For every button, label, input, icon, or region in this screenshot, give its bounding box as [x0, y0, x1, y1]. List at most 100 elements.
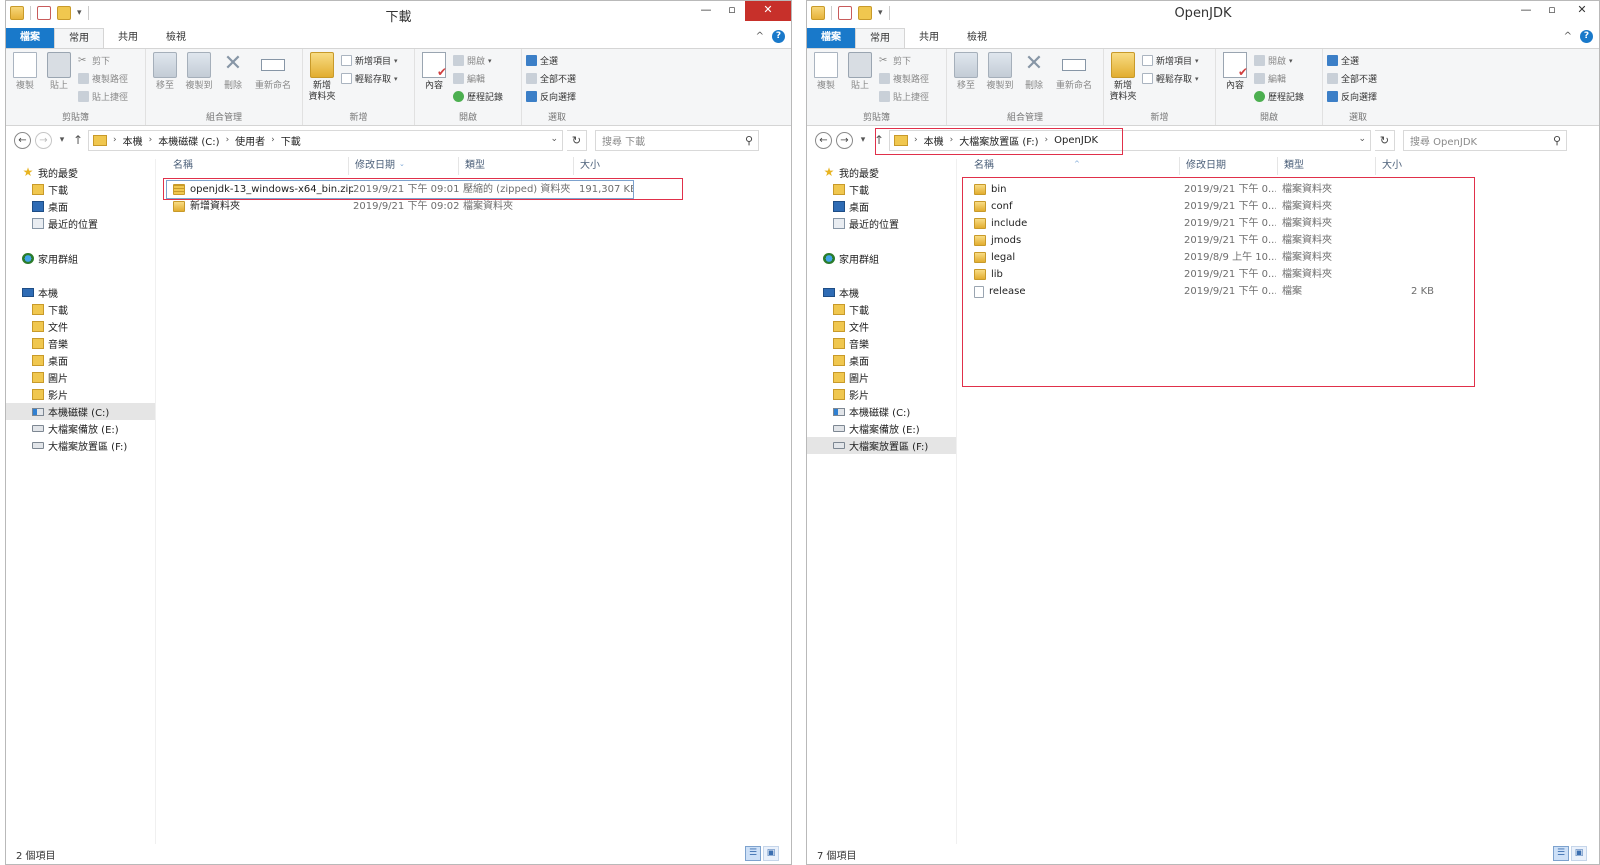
select-all-button[interactable]: 全選 [526, 54, 576, 67]
nav-item-desktop[interactable]: 桌面 [6, 198, 155, 215]
nav-item-drive-e[interactable]: 大檔案備放 (E:) [807, 420, 956, 437]
search-input[interactable]: 搜尋 下載 ⚲ [595, 129, 759, 151]
help-icon[interactable]: ? [1580, 30, 1593, 43]
nav-item-downloads[interactable]: 下載 [6, 181, 155, 198]
file-row[interactable]: lib 2019/9/21 下午 0... 檔案資料夾 [968, 266, 1448, 283]
file-row[interactable]: legal 2019/8/9 上午 10... 檔案資料夾 [968, 249, 1448, 266]
nav-item-pictures[interactable]: 圖片 [807, 369, 956, 386]
back-button[interactable]: ← [815, 131, 832, 149]
details-view-icon[interactable]: ☰ [745, 846, 761, 861]
chevron-down-icon[interactable]: ⌄ [1358, 134, 1366, 144]
search-input[interactable]: 搜尋 OpenJDK ⚲ [1403, 129, 1567, 151]
tab-share[interactable]: 共用 [905, 28, 953, 48]
tab-home[interactable]: 常用 [855, 28, 905, 48]
breadcrumb-item[interactable]: 本機 [924, 133, 944, 148]
edit-button[interactable]: 編輯 [453, 72, 503, 85]
chevron-down-icon[interactable]: ⌄ [550, 134, 558, 144]
paste-shortcut-button[interactable]: 貼上捷徑 [879, 90, 929, 103]
nav-item-pictures[interactable]: 圖片 [6, 369, 155, 386]
maximize-button[interactable]: ▫ [1539, 1, 1565, 21]
help-icon[interactable]: ? [772, 30, 785, 43]
copy-path-button[interactable]: 複製路徑 [78, 72, 128, 85]
file-row[interactable]: conf 2019/9/21 下午 0... 檔案資料夾 [968, 198, 1448, 215]
recent-locations-icon[interactable]: ▾ [857, 135, 869, 145]
close-button[interactable]: ✕ [745, 1, 791, 21]
column-header-name[interactable]: ^ 名稱 [968, 157, 1180, 175]
copy-path-button[interactable]: 複製路徑 [879, 72, 929, 85]
nav-item-this-pc[interactable]: 本機 [807, 284, 956, 301]
up-button[interactable]: ↑ [873, 133, 885, 147]
select-none-button[interactable]: 全部不選 [1327, 72, 1377, 85]
nav-item-desktop[interactable]: 桌面 [807, 198, 956, 215]
column-header-date[interactable]: 修改日期 [1180, 157, 1278, 175]
search-icon[interactable]: ⚲ [1553, 134, 1561, 147]
open-button[interactable]: 開啟 ▾ [453, 54, 503, 67]
nav-item-pc-desktop[interactable]: 桌面 [6, 352, 155, 369]
nav-item-homegroup[interactable]: 家用群組 [807, 250, 956, 267]
column-header-type[interactable]: 類型 [459, 157, 574, 175]
edit-button[interactable]: 編輯 [1254, 72, 1304, 85]
address-bar[interactable]: › 本機 › 大檔案放置區 (F:) › OpenJDK ⌄ [889, 129, 1371, 151]
file-row[interactable]: 新增資料夾 2019/9/21 下午 09:02 檔案資料夾 [167, 198, 633, 215]
column-header-size[interactable]: 大小 [1376, 157, 1436, 175]
nav-item-favorites[interactable]: ★ 我的最愛 [6, 164, 155, 181]
tab-view[interactable]: 檢視 [152, 28, 200, 48]
nav-item-music[interactable]: 音樂 [6, 335, 155, 352]
history-button[interactable]: 歷程記錄 [1254, 90, 1304, 103]
file-row[interactable]: include 2019/9/21 下午 0... 檔案資料夾 [968, 215, 1448, 232]
select-all-button[interactable]: 全選 [1327, 54, 1377, 67]
minimize-button[interactable]: — [693, 1, 719, 21]
details-view-icon[interactable]: ☰ [1553, 846, 1569, 861]
tab-home[interactable]: 常用 [54, 28, 104, 48]
nav-item-favorites[interactable]: ★ 我的最愛 [807, 164, 956, 181]
back-button[interactable]: ← [14, 131, 31, 149]
nav-item-recent[interactable]: 最近的位置 [807, 215, 956, 232]
forward-button[interactable]: → [35, 131, 52, 149]
paste-shortcut-button[interactable]: 貼上捷徑 [78, 90, 128, 103]
refresh-button[interactable]: ↻ [1375, 129, 1395, 151]
select-none-button[interactable]: 全部不選 [526, 72, 576, 85]
easy-access-button[interactable]: 輕鬆存取 ▾ [1142, 72, 1199, 85]
new-item-button[interactable]: 新增項目 ▾ [341, 54, 398, 67]
nav-item-recent[interactable]: 最近的位置 [6, 215, 155, 232]
cut-button[interactable]: ✂ 剪下 [879, 54, 929, 67]
address-bar[interactable]: › 本機 › 本機磁碟 (C:) › 使用者 › 下載 ⌄ [88, 129, 563, 151]
breadcrumb-item[interactable]: 下載 [281, 133, 301, 148]
nav-item-drive-c[interactable]: 本機磁碟 (C:) [6, 403, 155, 420]
nav-item-videos[interactable]: 影片 [6, 386, 155, 403]
forward-button[interactable]: → [836, 131, 853, 149]
history-button[interactable]: 歷程記錄 [453, 90, 503, 103]
refresh-button[interactable]: ↻ [567, 129, 587, 151]
nav-item-drive-f[interactable]: 大檔案放置區 (F:) [807, 437, 956, 454]
collapse-ribbon-icon[interactable]: ^ [1564, 31, 1572, 42]
tab-view[interactable]: 檢視 [953, 28, 1001, 48]
up-button[interactable]: ↑ [72, 133, 84, 147]
nav-item-documents[interactable]: 文件 [6, 318, 155, 335]
minimize-button[interactable]: — [1513, 1, 1539, 21]
breadcrumb-item[interactable]: OpenJDK [1054, 135, 1098, 146]
close-button[interactable]: ✕ [1565, 1, 1599, 21]
nav-item-pc-desktop[interactable]: 桌面 [807, 352, 956, 369]
nav-item-drive-f[interactable]: 大檔案放置區 (F:) [6, 437, 155, 454]
recent-locations-icon[interactable]: ▾ [56, 135, 68, 145]
column-header-size[interactable]: 大小 [574, 157, 639, 175]
nav-item-documents[interactable]: 文件 [807, 318, 956, 335]
collapse-ribbon-icon[interactable]: ^ [756, 31, 764, 42]
large-icons-view-icon[interactable]: ▣ [1571, 846, 1587, 861]
column-header-name[interactable]: 名稱 [167, 157, 349, 175]
file-row[interactable]: bin 2019/9/21 下午 0... 檔案資料夾 [968, 181, 1448, 198]
nav-item-drive-c[interactable]: 本機磁碟 (C:) [807, 403, 956, 420]
nav-item-pc-downloads[interactable]: 下載 [807, 301, 956, 318]
search-icon[interactable]: ⚲ [745, 134, 753, 147]
tab-file[interactable]: 檔案 [807, 28, 855, 48]
nav-item-videos[interactable]: 影片 [807, 386, 956, 403]
large-icons-view-icon[interactable]: ▣ [763, 846, 779, 861]
tab-file[interactable]: 檔案 [6, 28, 54, 48]
breadcrumb-item[interactable]: 使用者 [235, 133, 265, 148]
nav-item-music[interactable]: 音樂 [807, 335, 956, 352]
nav-item-downloads[interactable]: 下載 [807, 181, 956, 198]
nav-item-drive-e[interactable]: 大檔案備放 (E:) [6, 420, 155, 437]
invert-selection-button[interactable]: 反向選擇 [526, 90, 576, 103]
file-row[interactable]: release 2019/9/21 下午 0... 檔案 2 KB [968, 283, 1448, 300]
open-button[interactable]: 開啟 ▾ [1254, 54, 1304, 67]
